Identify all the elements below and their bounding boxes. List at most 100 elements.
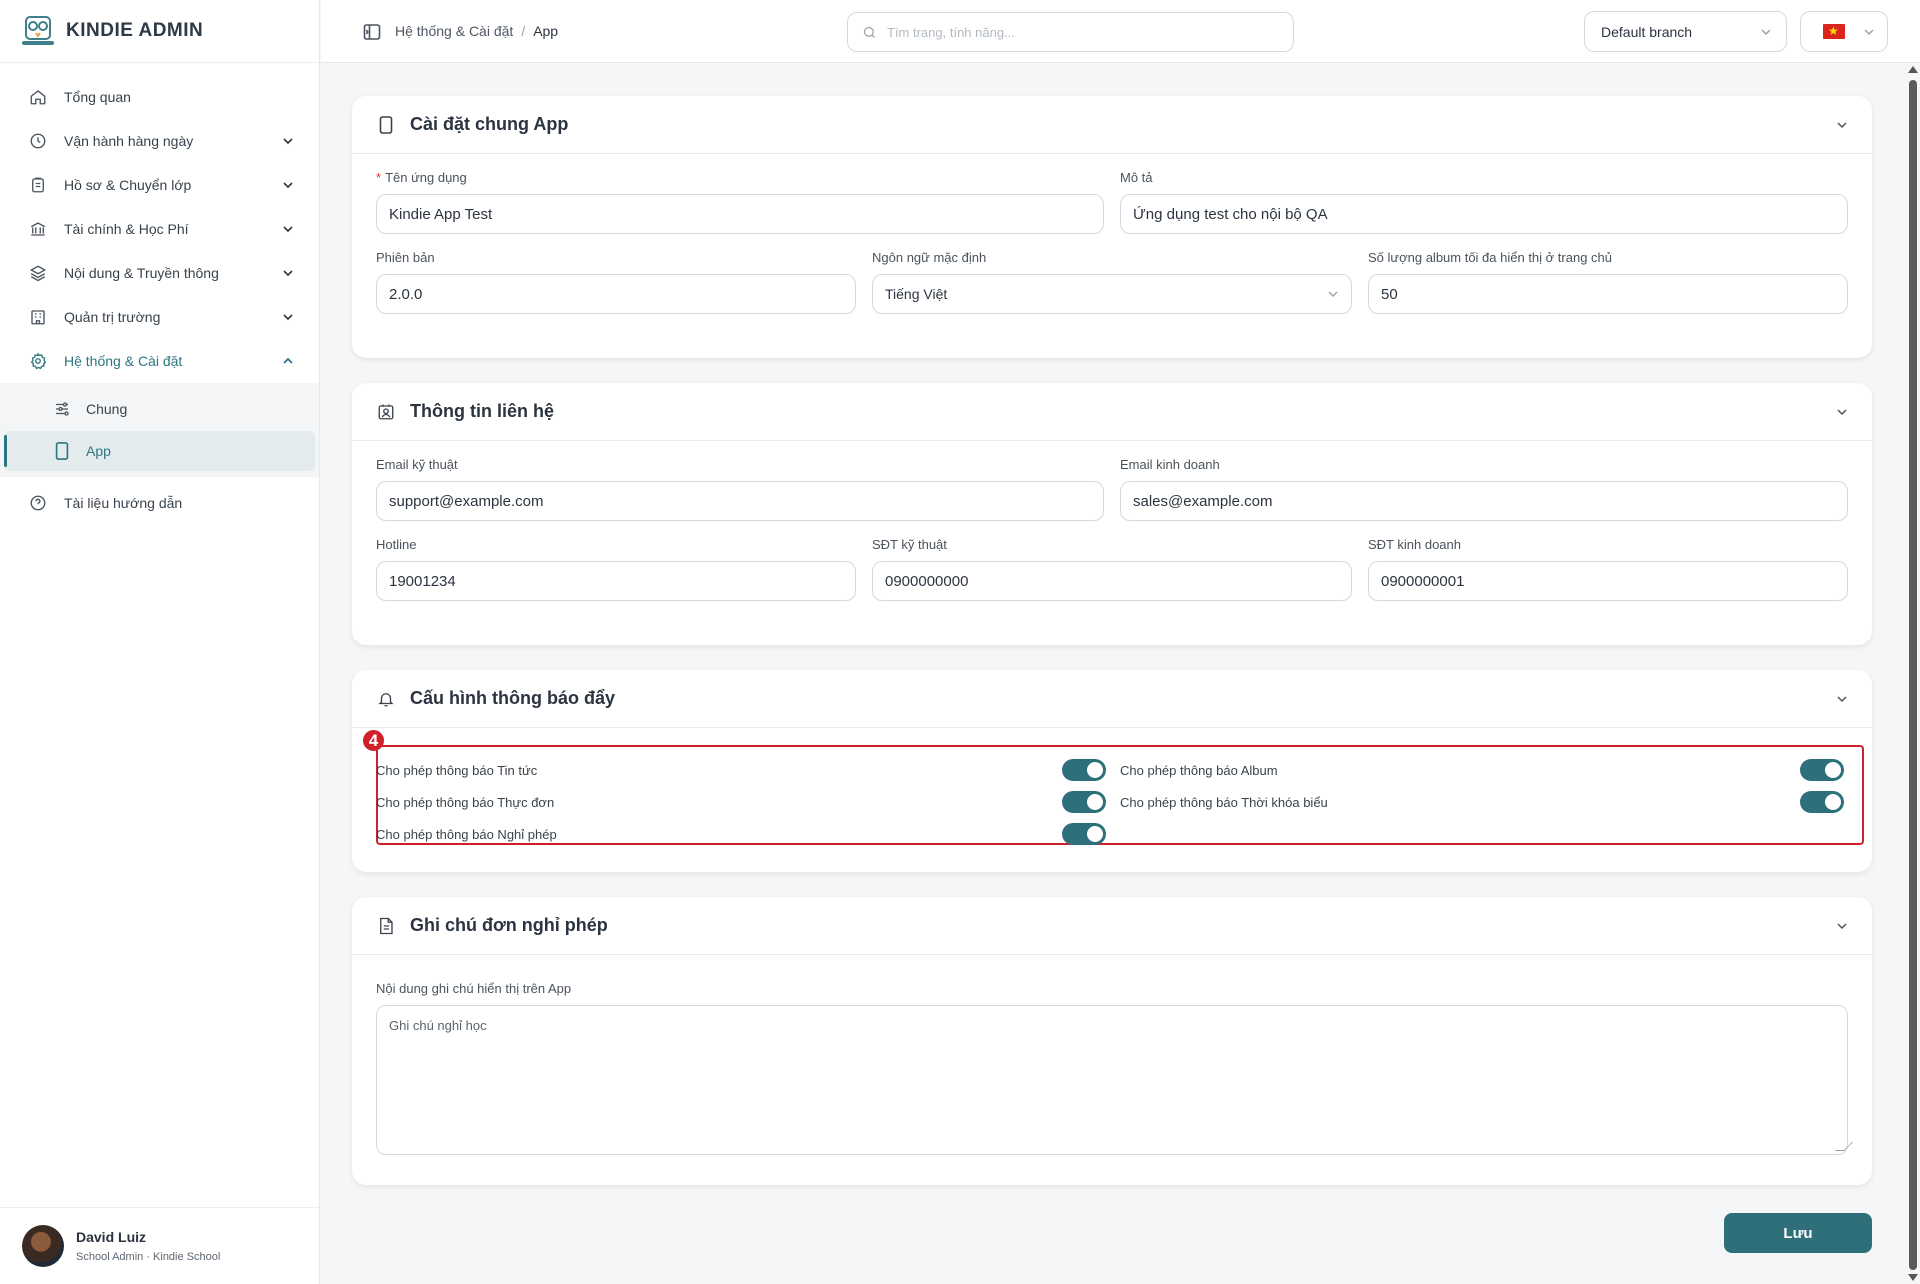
sidebar-item-content[interactable]: Nội dung & Truyền thông xyxy=(0,251,319,295)
toggle-switch[interactable] xyxy=(1062,759,1106,781)
document-icon xyxy=(376,916,396,936)
card-title: Cấu hình thông báo đẩy xyxy=(410,688,615,708)
card-header[interactable]: Cấu hình thông báo đẩy xyxy=(352,670,1872,728)
branch-select[interactable]: Default branch xyxy=(1584,11,1787,52)
tech-email-field[interactable]: support@example.com xyxy=(376,481,1104,521)
default-language-select[interactable]: Tiếng Việt xyxy=(872,274,1352,314)
version-label: Phiên bản xyxy=(376,250,435,265)
search-icon xyxy=(863,26,875,38)
vietnam-flag-icon xyxy=(1823,22,1845,40)
search-box[interactable] xyxy=(847,12,1294,52)
clipboard-icon xyxy=(28,175,48,195)
sales-phone-field[interactable]: 0900000001 xyxy=(1368,561,1848,601)
chevron-down-icon xyxy=(1864,28,1874,35)
select-value: Tiếng Việt xyxy=(885,286,948,302)
chevron-down-icon[interactable] xyxy=(1836,406,1848,418)
toggle-label: Cho phép thông báo Thời khóa biểu xyxy=(1120,794,1328,810)
bank-icon xyxy=(28,219,48,239)
sidebar-item-overview[interactable]: Tổng quan xyxy=(0,75,319,119)
leave-note-label: Nội dung ghi chú hiển thị trên App xyxy=(376,981,572,996)
clock-icon xyxy=(28,131,48,151)
tech-phone-label: SĐT kỹ thuật xyxy=(872,537,947,552)
user-name: David Luiz xyxy=(76,1229,147,1245)
sidebar-item-school-admin[interactable]: Quản trị trường xyxy=(0,295,319,339)
toggle-row-news: Cho phép thông báo Tin tức xyxy=(376,758,1106,782)
toggle-label: Cho phép thông báo Album xyxy=(1120,762,1278,778)
chevron-down-icon xyxy=(281,178,295,192)
sidebar-item-label: Tổng quan xyxy=(64,89,131,105)
card-header[interactable]: Cài đặt chung App xyxy=(352,96,1872,154)
album-count-label: Số lượng album tối đa hiển thị ở trang c… xyxy=(1368,250,1613,265)
card-header[interactable]: Thông tin liên hệ xyxy=(352,383,1872,441)
brand-name: KINDIE ADMIN xyxy=(66,20,204,41)
sidebar-item-label: Hệ thống & Cài đặt xyxy=(64,353,183,369)
chevron-down-icon[interactable] xyxy=(1836,693,1848,705)
sidebar-toggle-icon[interactable] xyxy=(363,23,381,41)
sidebar-item-label: Nội dung & Truyền thông xyxy=(64,265,219,281)
scroll-down-arrow[interactable] xyxy=(1908,1274,1918,1281)
scrollbar-thumb[interactable] xyxy=(1909,80,1917,1270)
sidebar-item-docs[interactable]: Tài liệu hướng dẫn xyxy=(0,481,319,525)
sidebar-subitem-general[interactable]: Chung xyxy=(4,389,315,429)
breadcrumb: Hệ thống & Cài đặt / App xyxy=(395,23,558,39)
tech-email-label: Email kỹ thuật xyxy=(376,457,458,472)
sidebar-item-daily-ops[interactable]: Vận hành hàng ngày xyxy=(0,119,319,163)
chevron-down-icon xyxy=(281,266,295,280)
contact-card-icon xyxy=(376,402,396,422)
save-button[interactable]: Lưu xyxy=(1724,1213,1872,1253)
required-mark: * xyxy=(376,170,382,185)
sales-email-field[interactable]: sales@example.com xyxy=(1120,481,1848,521)
app-name-field[interactable]: Kindie App Test xyxy=(376,194,1104,234)
toggle-switch[interactable] xyxy=(1062,823,1106,845)
building-icon xyxy=(28,307,48,327)
sidebar-submenu: Chung App xyxy=(0,383,319,477)
app-name-label: * Tên ứng dụng xyxy=(376,170,1104,185)
leave-note-textarea[interactable]: Ghi chú nghỉ học xyxy=(376,1005,1848,1155)
sidebar-item-finance[interactable]: Tài chính & Học Phí xyxy=(0,207,319,251)
search-input[interactable] xyxy=(887,24,1247,40)
card-header[interactable]: Ghi chú đơn nghỉ phép xyxy=(352,897,1872,955)
user-role: School Admin · Kindie School xyxy=(76,1251,221,1263)
sidebar: KINDIE ADMIN Tổng quan Vận hành hàng ngà… xyxy=(0,0,320,1284)
tech-phone-field[interactable]: 0900000000 xyxy=(872,561,1352,601)
contact-info-card: Thông tin liên hệ Email kỹ thuật support… xyxy=(352,383,1872,645)
toggle-row-menu: Cho phép thông báo Thực đơn xyxy=(376,790,1106,814)
breadcrumb-separator: / xyxy=(521,23,526,39)
sidebar-item-label: Tài chính & Học Phí xyxy=(64,221,189,237)
toggle-label: Cho phép thông báo Nghỉ phép xyxy=(376,826,557,842)
avatar xyxy=(22,1225,64,1267)
chevron-down-icon[interactable] xyxy=(1836,920,1848,932)
toggle-switch[interactable] xyxy=(1800,791,1844,813)
language-select[interactable] xyxy=(1800,11,1888,52)
card-title: Ghi chú đơn nghỉ phép xyxy=(410,915,608,935)
hotline-field[interactable]: 19001234 xyxy=(376,561,856,601)
brand[interactable]: KINDIE ADMIN xyxy=(0,0,319,63)
toggle-switch[interactable] xyxy=(1062,791,1106,813)
scroll-up-arrow[interactable] xyxy=(1908,66,1918,73)
branch-value: Default branch xyxy=(1601,23,1693,40)
help-circle-icon xyxy=(28,493,48,513)
breadcrumb-item[interactable]: Hệ thống & Cài đặt xyxy=(395,23,513,39)
owl-logo-icon xyxy=(22,16,54,45)
chevron-down-icon[interactable] xyxy=(1836,119,1848,131)
sales-email-label: Email kinh doanh xyxy=(1120,457,1220,472)
gear-icon xyxy=(28,351,48,371)
toggle-switch[interactable] xyxy=(1800,759,1844,781)
sidebar-item-profiles[interactable]: Hồ sơ & Chuyển lớp xyxy=(0,163,319,207)
sales-phone-label: SĐT kinh doanh xyxy=(1368,537,1461,552)
sidebar-subitem-app[interactable]: App xyxy=(4,431,315,471)
toggle-row-album: Cho phép thông báo Album xyxy=(1120,758,1844,782)
bell-icon xyxy=(376,689,396,709)
sidebar-item-system-settings[interactable]: Hệ thống & Cài đặt xyxy=(0,339,319,383)
chevron-down-icon xyxy=(281,222,295,236)
sidebar-nav: Tổng quan Vận hành hàng ngày Hồ sơ & Chu… xyxy=(0,63,319,525)
phone-icon xyxy=(52,441,72,461)
sliders-icon xyxy=(52,399,72,419)
leave-note-card: Ghi chú đơn nghỉ phép Nội dung ghi chú h… xyxy=(352,897,1872,1185)
album-count-field[interactable]: 50 xyxy=(1368,274,1848,314)
user-profile[interactable]: David Luiz School Admin · Kindie School xyxy=(0,1207,320,1284)
toggle-row-timetable: Cho phép thông báo Thời khóa biểu xyxy=(1120,790,1844,814)
description-field[interactable]: Ứng dụng test cho nội bộ QA xyxy=(1120,194,1848,234)
toggle-label: Cho phép thông báo Thực đơn xyxy=(376,794,555,810)
version-field[interactable]: 2.0.0 xyxy=(376,274,856,314)
